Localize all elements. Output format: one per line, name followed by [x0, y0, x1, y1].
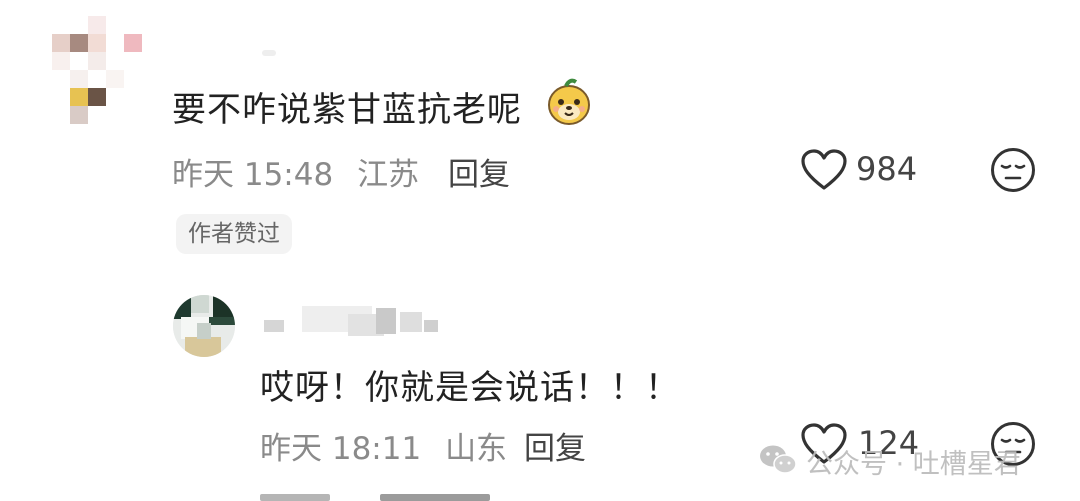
unamused-face-icon	[991, 148, 1035, 192]
like-button[interactable]	[800, 148, 848, 192]
watermark-text: 公众号 · 吐槽星君	[806, 449, 1021, 480]
reply-button[interactable]: 回复	[448, 149, 510, 194]
username-redacted	[262, 50, 276, 56]
comment-time: 昨天 18:11	[260, 431, 422, 467]
next-item-cutoff	[260, 492, 680, 501]
bear-face-emoji-icon	[546, 76, 592, 126]
comment-meta: 昨天 18:11 山东	[260, 423, 507, 468]
heart-icon	[801, 149, 847, 190]
author-liked-badge: 作者赞过	[176, 214, 292, 254]
comment-text-content: 要不咋说紫甘蓝抗老呢	[172, 90, 522, 130]
dislike-button[interactable]	[990, 147, 1036, 193]
comment-time: 昨天 15:48	[172, 157, 334, 193]
avatar[interactable]	[173, 295, 235, 357]
comment-meta: 昨天 15:48 江苏	[172, 149, 419, 194]
like-count: 984	[856, 150, 918, 188]
avatar[interactable]	[52, 16, 148, 126]
comment-location: 山东	[445, 431, 508, 467]
comment-location: 江苏	[357, 157, 420, 193]
reply-button[interactable]: 回复	[524, 423, 586, 468]
wechat-icon	[760, 445, 797, 474]
comment-text: 要不咋说紫甘蓝抗老呢	[172, 82, 522, 131]
comment-text: 哎呀！你就是会说话！！！	[260, 368, 680, 408]
username-redacted	[262, 302, 442, 336]
